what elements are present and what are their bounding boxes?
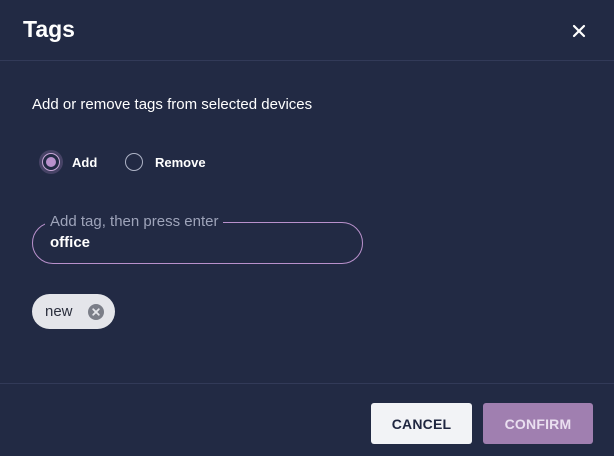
radio-add[interactable]: Add (42, 151, 97, 173)
close-icon (572, 24, 586, 38)
dialog-description: Add or remove tags from selected devices (32, 96, 313, 113)
dialog-body: Add or remove tags from selected devices… (0, 61, 614, 383)
cancel-circle-icon[interactable] (88, 304, 104, 320)
radio-remove-label: Remove (155, 154, 206, 170)
dialog-footer: CANCEL CONFIRM (0, 383, 614, 456)
tag-chip: new (32, 294, 115, 329)
confirm-button[interactable]: CONFIRM (483, 403, 593, 444)
close-button[interactable] (566, 18, 592, 44)
dialog-header: Tags (0, 0, 614, 61)
tag-input-label: Add tag, then press enter (45, 213, 224, 231)
tag-chip-label: new (45, 303, 73, 320)
radio-unchecked-icon (125, 153, 143, 171)
tag-input-value: office (50, 234, 91, 251)
radio-checked-icon (42, 153, 60, 171)
tags-dialog: Tags Add or remove tags from selected de… (0, 0, 614, 456)
radio-remove[interactable]: Remove (125, 151, 206, 173)
dialog-title: Tags (23, 16, 75, 42)
radio-add-label: Add (72, 154, 98, 170)
cancel-button[interactable]: CANCEL (371, 403, 472, 444)
tag-input[interactable]: Add tag, then press enter office (32, 213, 363, 264)
